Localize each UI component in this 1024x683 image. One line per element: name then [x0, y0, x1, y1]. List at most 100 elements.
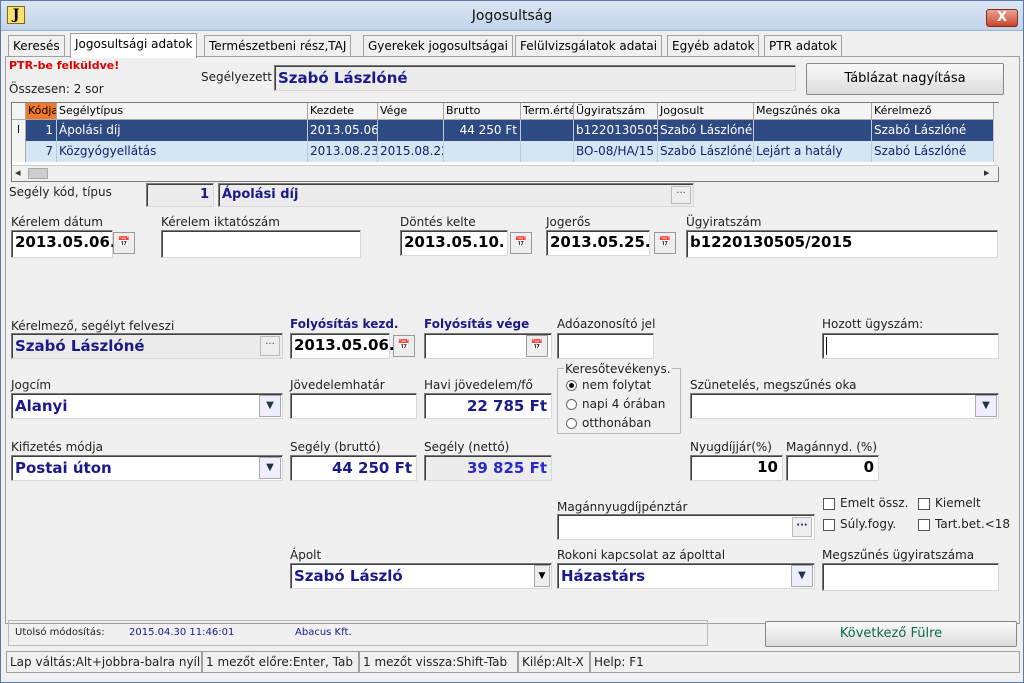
radio-otthonaban[interactable] — [566, 418, 577, 429]
kiemelt-label: Kiemelt — [935, 496, 981, 510]
calendar-icon[interactable]: 📅 — [510, 232, 532, 254]
col-header-segelytipus[interactable]: Segélytípus — [57, 103, 308, 120]
cell-jogosult: Szabó Lászlóné — [658, 141, 754, 162]
calendar-icon[interactable]: 📅 — [113, 232, 135, 254]
nyugdijjar-value: 10 — [757, 458, 778, 476]
col-header-jogosult[interactable]: Jogosult — [658, 103, 754, 120]
maganyugdij-field[interactable]: ··· — [557, 514, 815, 540]
tartbet-checkbox[interactable] — [918, 519, 930, 531]
calendar-icon[interactable]: 📅 — [393, 335, 415, 357]
col-header-brutto[interactable]: Brutto — [444, 103, 521, 120]
col-header-kezdete[interactable]: Kezdete — [308, 103, 378, 120]
kerelmezo-value: Szabó Lászlóné — [15, 337, 145, 355]
apolt-select[interactable]: Szabó László ▼ — [290, 563, 552, 589]
folyositas-kezd-field[interactable]: 2013.05.06. — [290, 333, 395, 359]
col-header-vege[interactable]: Vége — [378, 103, 444, 120]
kiemelt-checkbox[interactable] — [918, 498, 930, 510]
jovedelemhatar-field[interactable] — [290, 393, 417, 419]
tab-egyeb-adatok[interactable]: Egyéb adatok — [667, 35, 760, 57]
jogeros-label: Jogerős — [546, 215, 591, 229]
cell-ugyiratszam: b1220130505/ — [574, 120, 658, 141]
enlarge-table-button[interactable]: Táblázat nagyítása — [806, 63, 1004, 95]
radio-napi-4-oraban[interactable] — [566, 399, 577, 410]
magannyd-field[interactable]: 0 — [786, 455, 879, 481]
ptr-note: PTR-be felküldve! — [9, 59, 120, 72]
content-panel: PTR-be felküldve! Összesen: 2 sor Segély… — [5, 56, 1020, 646]
hozott-ugyszam-field[interactable] — [822, 333, 999, 359]
calendar-icon[interactable]: 📅 — [526, 335, 548, 357]
scroll-left-icon[interactable]: ◂ — [15, 166, 21, 179]
nyugdijjar-label: Nyugdíjjár(%) — [690, 440, 772, 454]
rokoni-select[interactable]: Házastárs ▼ — [557, 563, 815, 589]
chevron-down-icon[interactable]: ▼ — [534, 565, 550, 587]
folyositas-kezd-label: Folyósítás kezd. — [290, 317, 399, 331]
rokoni-label: Rokoni kapcsolat az ápolttal — [557, 548, 726, 562]
cell-term-ertek — [521, 120, 574, 141]
chevron-down-icon[interactable]: ▼ — [975, 395, 997, 417]
tab-termeszetbeni[interactable]: Természetbeni rész,TAJ — [204, 35, 352, 57]
chevron-down-icon[interactable]: ▼ — [259, 395, 281, 417]
kerelmezo-lookup-button[interactable]: ··· — [260, 336, 280, 356]
chevron-down-icon[interactable]: ▼ — [791, 565, 813, 587]
segely-netto-field: 39 825 Ft — [424, 455, 552, 481]
adoazonosito-field[interactable] — [557, 333, 654, 359]
scroll-thumb[interactable] — [28, 168, 48, 179]
kerelem-datum-field[interactable]: 2013.05.06. — [11, 230, 116, 258]
status-vissza: 1 mezőt vissza:Shift-Tab — [359, 651, 518, 673]
tartbet-label: Tart.bet.<18 — [935, 517, 1010, 531]
segely-tipus-field: Ápolási díj ··· — [218, 183, 694, 207]
megszunes-ugyirat-field[interactable] — [822, 563, 999, 591]
havi-jovedelem-field[interactable]: 22 785 Ft — [424, 393, 552, 419]
segely-brutto-field[interactable]: 44 250 Ft — [290, 455, 417, 481]
horizontal-scrollbar[interactable]: ◂ ▸ — [12, 165, 998, 181]
segely-kod-field: 1 — [146, 183, 214, 207]
emelt-checkbox[interactable] — [823, 498, 835, 510]
col-header-megszunes-oka[interactable]: Megszűnés oka — [754, 103, 872, 120]
segely-tipus-lookup-button[interactable]: ··· — [671, 186, 691, 204]
col-header-term-ertek[interactable]: Term.érték — [521, 103, 574, 120]
cell-kerelmezo: Szabó Lászlóné — [872, 120, 994, 141]
radio-nem-folytat[interactable] — [566, 380, 577, 391]
dontes-kelte-label: Döntés kelte — [400, 215, 476, 229]
keresotev-label: Keresőtevékenys. — [564, 362, 672, 376]
vertical-scrollbar[interactable] — [994, 103, 999, 167]
tab-ptr-adatok[interactable]: PTR adatok — [764, 35, 843, 57]
col-header-ugyiratszam[interactable]: Ügyiratszám — [574, 103, 658, 120]
modositas-ido: 2015.04.30 11:46:01 — [129, 627, 235, 638]
segely-brutto-value: 44 250 Ft — [331, 459, 412, 477]
next-tab-button[interactable]: Következő Fülre — [765, 621, 1017, 647]
kerelem-iktatoszam-label: Kérelem iktatószám — [161, 215, 280, 229]
szunetel-select[interactable]: ▼ — [690, 393, 999, 419]
col-header-kerelmezo[interactable]: Kérelmező — [872, 103, 994, 120]
cell-kodja: 1 — [26, 120, 57, 141]
tab-jogosultsagi-adatok[interactable]: Jogosultsági adatok — [70, 33, 198, 58]
maganyugdij-lookup-button[interactable]: ··· — [792, 517, 812, 537]
segely-netto-value: 39 825 Ft — [466, 459, 547, 477]
radio-napi-4-oraban-label: napi 4 órában — [582, 397, 666, 411]
data-table: Kódja Segélytípus Kezdete Vége Brutto Te… — [11, 102, 999, 182]
scroll-right-icon[interactable]: ▸ — [984, 166, 990, 179]
calendar-icon[interactable]: 📅 — [654, 232, 676, 254]
table-row[interactable]: 1 Ápolási díj 2013.05.06 44 250 Ft b1220… — [26, 120, 994, 141]
table-corner — [12, 103, 26, 120]
suly-checkbox[interactable] — [823, 519, 835, 531]
jogeros-field[interactable]: 2013.05.25. — [546, 230, 651, 256]
tab-kereses[interactable]: Keresés — [8, 35, 65, 57]
cell-kodja: 7 — [26, 141, 57, 162]
tab-felulvizsgalatok[interactable]: Felülvizsgálatok adatai — [515, 35, 663, 57]
nyugdijjar-field[interactable]: 10 — [690, 455, 783, 481]
chevron-down-icon[interactable]: ▼ — [259, 457, 281, 479]
title-bar: J Jogosultság X — [1, 1, 1023, 31]
kerelem-iktatoszam-field[interactable] — [161, 230, 361, 258]
jogcim-select[interactable]: Alanyi ▼ — [11, 393, 283, 419]
ugyiratszam-field[interactable]: b1220130505/2015 — [686, 230, 998, 258]
text-cursor — [826, 337, 827, 355]
table-row[interactable]: 7 Közgyógyellátás 2013.08.23 2015.08.22 … — [26, 141, 994, 162]
close-button[interactable]: X — [986, 9, 1018, 27]
col-header-kodja[interactable]: Kódja — [26, 103, 57, 120]
kifizetes-select[interactable]: Postai úton ▼ — [11, 455, 283, 481]
tab-gyerekek[interactable]: Gyerekek jogosultságai — [363, 35, 513, 57]
megszunes-ugyirat-label: Megszűnés ügyiratszáma — [822, 548, 975, 562]
modositas-ceg: Abacus Kft. — [295, 627, 352, 638]
dontes-kelte-field[interactable]: 2013.05.10. — [400, 230, 508, 256]
